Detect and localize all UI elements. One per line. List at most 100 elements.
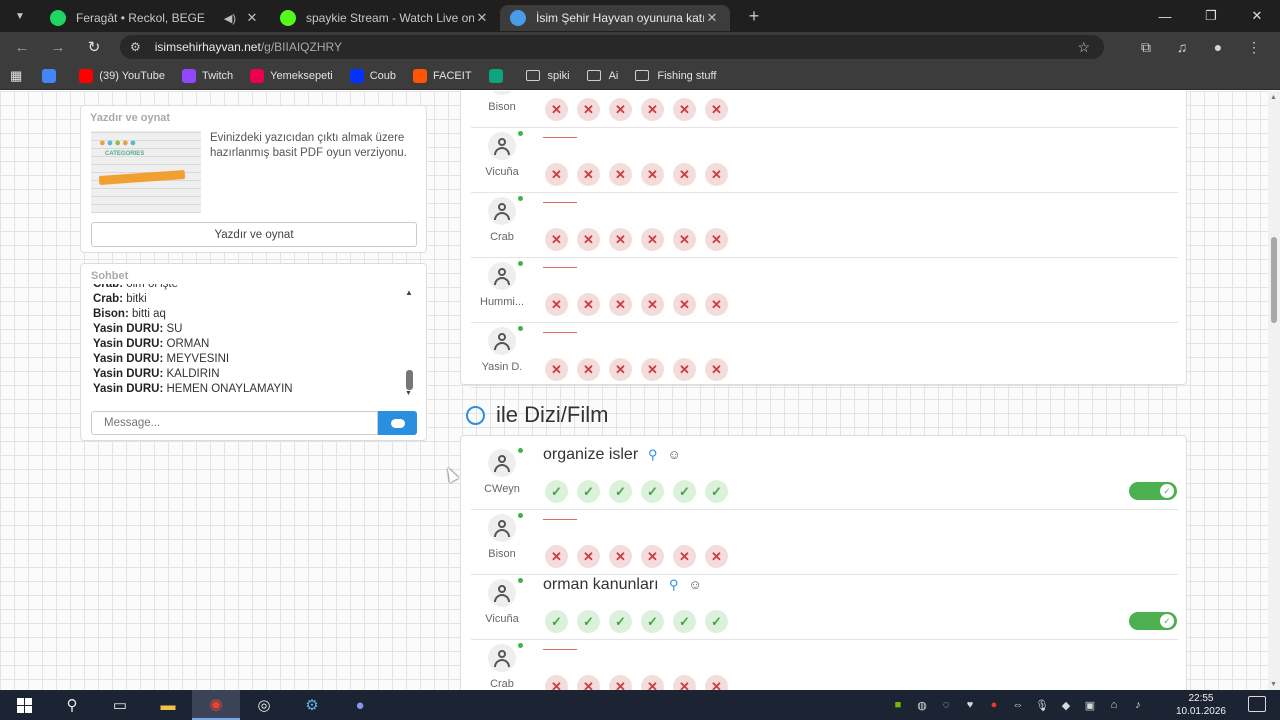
chat-send-button[interactable] [378, 411, 417, 435]
tray-app-icon[interactable]: ◍ [910, 699, 934, 712]
cross-icon[interactable]: ✕ [673, 358, 696, 381]
close-window-button[interactable]: ✕ [1234, 0, 1280, 32]
cross-icon[interactable]: ✕ [641, 545, 664, 568]
new-tab-button[interactable]: + [740, 2, 768, 30]
tray-app-icon[interactable]: ◆ [1054, 699, 1078, 712]
cross-icon[interactable]: ✕ [705, 358, 728, 381]
cross-icon[interactable]: ✕ [673, 545, 696, 568]
volume-icon[interactable]: ♪ [1126, 699, 1150, 711]
check-icon[interactable]: ✓ [577, 480, 600, 503]
check-icon[interactable]: ✓ [641, 480, 664, 503]
cross-icon[interactable]: ✕ [545, 545, 568, 568]
bookmark-item[interactable]: Ai [586, 70, 618, 82]
cross-icon[interactable]: ✕ [673, 163, 696, 186]
search-icon[interactable]: ⚲ [669, 577, 679, 592]
cross-icon[interactable]: ✕ [673, 675, 696, 690]
cross-icon[interactable]: ✕ [641, 358, 664, 381]
extensions-icon[interactable]: ⧉ [1128, 39, 1164, 56]
cross-icon[interactable]: ✕ [673, 228, 696, 251]
bookmark-item[interactable]: Fishing stuff [635, 70, 716, 82]
cross-icon[interactable]: ✕ [705, 98, 728, 121]
cross-icon[interactable]: ✕ [545, 675, 568, 690]
microphone-icon[interactable]: 🎙 [1030, 699, 1054, 712]
browser-tab[interactable]: spaykie Stream - Watch Live on Kick✕ [270, 5, 500, 31]
cross-icon[interactable]: ✕ [673, 293, 696, 316]
print-and-play-button[interactable]: Yazdır ve oynat [91, 222, 417, 247]
bookmark-item[interactable]: FACEIT [413, 68, 472, 83]
check-icon[interactable]: ✓ [545, 480, 568, 503]
bookmark-item[interactable]: Coub [349, 68, 396, 83]
check-icon[interactable]: ✓ [673, 610, 696, 633]
bookmark-item[interactable] [42, 68, 62, 83]
cross-icon[interactable]: ✕ [609, 98, 632, 121]
scroll-up-icon[interactable]: ▲ [1270, 94, 1277, 101]
check-icon[interactable]: ✓ [577, 610, 600, 633]
page-scrollbar[interactable]: ▲ ▼ [1268, 91, 1280, 690]
cross-icon[interactable]: ✕ [705, 163, 728, 186]
check-icon[interactable]: ✓ [641, 610, 664, 633]
close-tab-icon[interactable]: ✕ [474, 10, 490, 26]
bookmark-item[interactable]: spiki [525, 70, 570, 82]
cross-icon[interactable]: ✕ [641, 98, 664, 121]
check-icon[interactable]: ✓ [705, 480, 728, 503]
nvidia-icon[interactable]: ■ [886, 699, 910, 711]
browser-tab[interactable]: İsim Şehir Hayvan oyununa katıl ✕ [500, 5, 730, 31]
approve-toggle[interactable]: ✓ [1129, 482, 1177, 500]
minimize-button[interactable]: — [1142, 0, 1188, 32]
check-icon[interactable]: ✓ [545, 610, 568, 633]
scroll-down-icon[interactable]: ▼ [1270, 681, 1277, 688]
tab-search-button[interactable]: ▼ [0, 0, 40, 32]
chrome-taskbar-button[interactable]: ◉ [192, 690, 240, 720]
profile-avatar-icon[interactable]: ● [1200, 39, 1236, 55]
cross-icon[interactable]: ✕ [705, 228, 728, 251]
close-tab-icon[interactable]: ✕ [244, 10, 260, 26]
approve-toggle[interactable]: ✓ [1129, 612, 1177, 630]
address-bar[interactable]: ⚙ isimsehirhayvan.net/g/BIIAIQZHRY ☆ [120, 35, 1104, 59]
cross-icon[interactable]: ✕ [545, 163, 568, 186]
cross-icon[interactable]: ✕ [609, 675, 632, 690]
cross-icon[interactable]: ✕ [641, 293, 664, 316]
speaker-icon[interactable]: ◀) [224, 12, 236, 25]
cross-icon[interactable]: ✕ [609, 228, 632, 251]
cross-icon[interactable]: ✕ [705, 293, 728, 316]
cross-icon[interactable]: ✕ [577, 228, 600, 251]
check-icon[interactable]: ✓ [673, 480, 696, 503]
forward-button[interactable]: → [40, 32, 76, 62]
reload-button[interactable]: ↻ [76, 32, 112, 62]
cross-icon[interactable]: ✕ [577, 545, 600, 568]
check-icon[interactable]: ✓ [609, 480, 632, 503]
app-taskbar-button[interactable]: ◎ [240, 690, 288, 720]
cross-icon[interactable]: ✕ [545, 228, 568, 251]
cross-icon[interactable]: ✕ [545, 98, 568, 121]
search-button[interactable]: ⚲ [48, 690, 96, 720]
back-button[interactable]: ← [4, 32, 40, 62]
tray-app-icon[interactable]: ● [982, 699, 1006, 711]
cross-icon[interactable]: ✕ [609, 545, 632, 568]
search-icon[interactable]: ⚲ [648, 447, 658, 462]
cross-icon[interactable]: ✕ [641, 163, 664, 186]
restore-button[interactable]: ❐ [1188, 0, 1234, 32]
cross-icon[interactable]: ✕ [673, 98, 696, 121]
chat-scroll-down-icon[interactable]: ▼ [405, 390, 412, 397]
start-button[interactable] [0, 690, 48, 720]
bookmark-item[interactable]: (39) YouTube [79, 68, 165, 83]
cross-icon[interactable]: ✕ [705, 545, 728, 568]
chat-scroll-up-icon[interactable]: ▲ [405, 288, 413, 297]
discord-taskbar-button[interactable]: ● [336, 690, 384, 720]
task-view-button[interactable]: ▭ [96, 690, 144, 720]
browser-tab[interactable]: Feragât • Reckol, BEGE ◀) ✕ [40, 5, 270, 31]
bookmark-star-icon[interactable]: ☆ [1077, 39, 1090, 56]
chat-scroll-thumb[interactable] [406, 370, 413, 390]
network-icon[interactable]: ▣ [1078, 699, 1102, 712]
cross-icon[interactable]: ✕ [545, 358, 568, 381]
notification-center-icon[interactable] [1248, 696, 1266, 712]
emoji-reaction-icon[interactable]: ☺ [689, 577, 702, 592]
chat-scrollbar[interactable]: ▲ ▼ [403, 288, 415, 400]
cross-icon[interactable]: ✕ [577, 358, 600, 381]
cross-icon[interactable]: ✕ [609, 358, 632, 381]
bookmark-item[interactable]: Twitch [181, 68, 233, 83]
steam-taskbar-button[interactable]: ⚙ [288, 690, 336, 720]
wifi-icon[interactable]: ⌂ [1102, 699, 1126, 711]
site-settings-icon[interactable]: ⚙ [130, 40, 141, 54]
file-explorer-button[interactable]: ▬ [144, 690, 192, 720]
